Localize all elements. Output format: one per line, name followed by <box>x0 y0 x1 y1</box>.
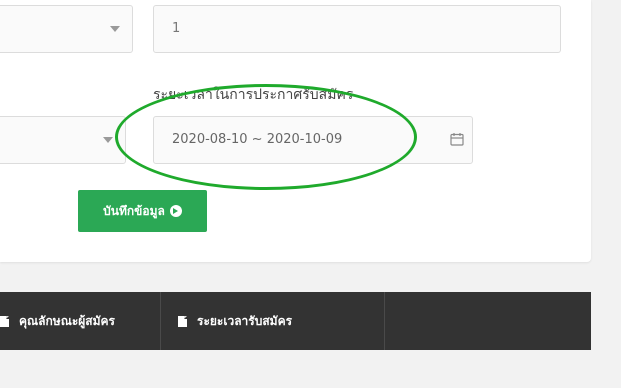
tab-label: ระยะเวลารับสมัคร <box>197 313 293 328</box>
save-button-label: บันทึกข้อมูล <box>103 203 165 218</box>
tab-label: คุณลักษณะผู้สมัคร <box>19 313 116 328</box>
quantity-field[interactable]: 1 <box>153 5 561 53</box>
arrow-circle-right-icon <box>169 205 182 217</box>
select-field-middle[interactable] <box>0 116 126 164</box>
document-icon <box>178 315 187 327</box>
chevron-down-icon <box>103 137 113 143</box>
tab-empty <box>385 292 591 350</box>
document-icon <box>0 315 9 327</box>
date-range-label: ระยะเวลาในการประกาศรับสมัคร <box>153 87 354 103</box>
calendar-icon[interactable] <box>450 132 464 146</box>
save-button[interactable]: บันทึกข้อมูล <box>78 190 207 232</box>
tab-bar: คุณลักษณะผู้สมัคร ระยะเวลารับสมัคร <box>0 292 591 350</box>
quantity-value: 1 <box>172 21 181 36</box>
date-range-value: 2020-08-10 ~ 2020-10-09 <box>172 132 343 147</box>
tab-application-period[interactable]: ระยะเวลารับสมัคร <box>161 292 385 350</box>
form-card: 1 ระยะเวลาในการประกาศรับสมัคร 2020-08-10… <box>0 0 591 262</box>
tab-applicant-qualifications[interactable]: คุณลักษณะผู้สมัคร <box>0 292 161 350</box>
select-field-top[interactable] <box>0 5 133 53</box>
date-range-field[interactable]: 2020-08-10 ~ 2020-10-09 <box>153 116 473 164</box>
chevron-down-icon <box>110 26 120 32</box>
